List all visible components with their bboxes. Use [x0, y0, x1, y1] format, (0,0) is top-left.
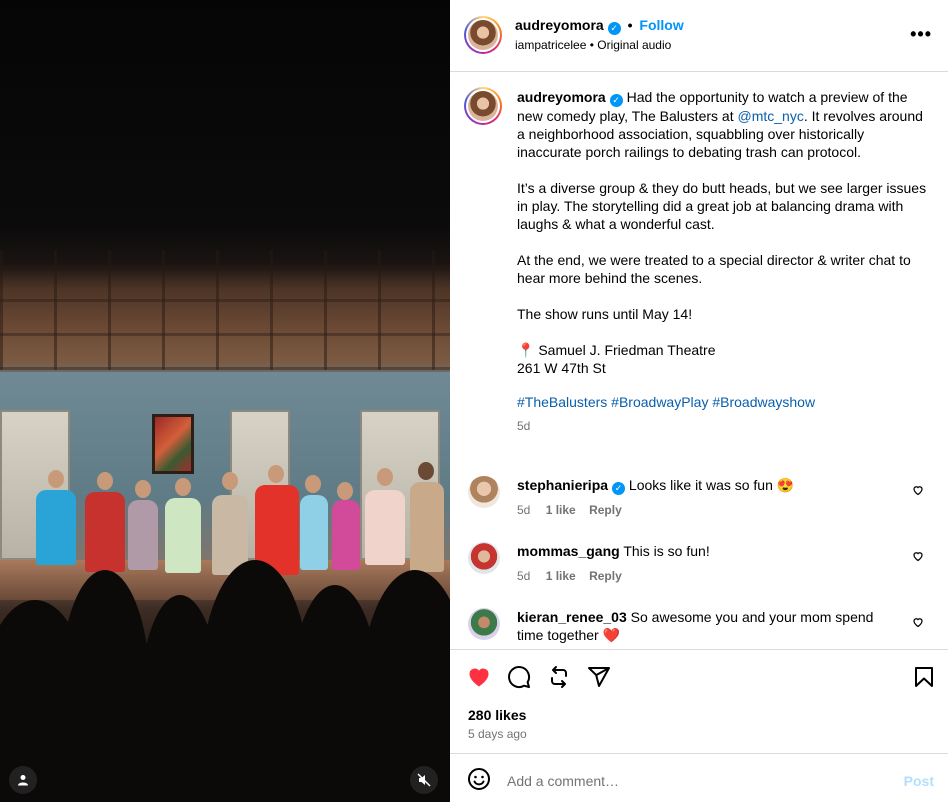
verified-icon: ✓	[612, 481, 626, 495]
post-details-panel: audreyomora ✓ • Follow iampatricelee • Or…	[450, 0, 948, 802]
author-username[interactable]: audreyomora	[515, 17, 604, 33]
comment-likes[interactable]: 1 like	[546, 569, 576, 583]
caption-paragraph-2: It’s a diverse group & they do butt head…	[517, 179, 927, 232]
hashtag-link[interactable]: #BroadwayPlay	[611, 394, 708, 410]
hashtag-link[interactable]: #TheBalusters	[517, 394, 607, 410]
audio-line: iampatricelee • Original audio	[515, 38, 671, 52]
comments-scroll-area[interactable]: audreyomora ✓ Had the opportunity to watc…	[450, 73, 948, 649]
hashtags: #TheBalusters #BroadwayPlay #Broadwaysho…	[517, 393, 932, 411]
save-bookmark-icon[interactable]	[912, 665, 936, 689]
reply-button[interactable]: Reply	[589, 569, 622, 583]
caption-paragraph-3: At the end, we were treated to a special…	[517, 251, 911, 286]
commenter-username[interactable]: kieran_renee_03	[517, 609, 627, 625]
comment-input[interactable]: Add a comment…	[507, 773, 619, 789]
verified-icon: ✓	[609, 93, 623, 107]
comment-likes[interactable]: 1 like	[546, 503, 576, 517]
heart-icon[interactable]	[912, 550, 924, 562]
likes-count[interactable]: 280 likes	[468, 707, 526, 723]
mention-link[interactable]: @mtc_nyc	[737, 108, 803, 124]
coffered-ceiling	[0, 250, 450, 370]
stage-painting	[152, 414, 194, 474]
post-header: audreyomora ✓ • Follow iampatricelee • Or…	[450, 0, 948, 72]
more-options-icon[interactable]: •••	[910, 24, 932, 45]
author-avatar[interactable]	[464, 16, 502, 54]
heart-icon[interactable]	[912, 484, 924, 496]
audio-separator: •	[589, 38, 594, 52]
comment-body: Looks like it was so fun 😍	[628, 477, 795, 493]
commenter-avatar[interactable]	[468, 476, 500, 508]
post-actions: 280 likes 5 days ago	[450, 649, 948, 753]
comment-text: mommas_gang This is so fun!	[517, 542, 887, 560]
commenter-username[interactable]: stephanieripa	[517, 477, 608, 493]
comment-meta: 5d 1 like Reply	[517, 569, 622, 583]
post-caption: audreyomora ✓ Had the opportunity to watc…	[517, 88, 932, 435]
post-date: 5 days ago	[468, 727, 527, 741]
mute-button[interactable]	[410, 766, 438, 794]
hashtag-link[interactable]: #Broadwayshow	[712, 394, 815, 410]
reply-button[interactable]: Reply	[589, 503, 622, 517]
location-block: 📍 Samuel J. Friedman Theatre 261 W 47th …	[517, 341, 932, 377]
verified-icon: ✓	[607, 22, 621, 35]
muted-speaker-icon	[417, 773, 431, 787]
original-audio-link[interactable]: Original audio	[597, 38, 671, 52]
caption-paragraph-4: The show runs until May 14!	[517, 305, 693, 322]
caption-time: 5d	[517, 418, 531, 433]
comment-composer: Add a comment… Post	[450, 753, 948, 802]
user-icon	[18, 775, 28, 786]
comment-time: 5d	[517, 503, 531, 517]
remix-icon[interactable]	[547, 665, 571, 689]
comment-body: This is so fun!	[623, 543, 710, 559]
emoji-icon[interactable]	[467, 767, 491, 791]
commenter-username[interactable]: mommas_gang	[517, 543, 620, 559]
like-heart-icon[interactable]	[467, 665, 491, 689]
dot-separator: •	[627, 17, 633, 33]
heart-icon[interactable]	[912, 616, 924, 628]
author-line: audreyomora ✓ • Follow	[515, 17, 684, 35]
audio-user-link[interactable]: iampatricelee	[515, 38, 586, 52]
comment-time: 5d	[517, 569, 531, 583]
post-button[interactable]: Post	[904, 773, 934, 789]
follow-button[interactable]: Follow	[639, 17, 683, 33]
audience-silhouettes	[0, 540, 450, 802]
post-media[interactable]	[0, 0, 450, 802]
share-icon[interactable]	[587, 665, 611, 689]
comment-meta: 5d 1 like Reply	[517, 503, 622, 517]
comment-text: kieran_renee_03 So awesome you and your …	[517, 608, 887, 644]
comment-text: stephanieripa ✓ Looks like it was so fun …	[517, 476, 887, 495]
comment-icon[interactable]	[507, 665, 531, 689]
caption-avatar[interactable]	[464, 87, 502, 125]
commenter-avatar[interactable]	[468, 542, 500, 574]
tagged-users-button[interactable]	[9, 766, 37, 794]
location-name: Samuel J. Friedman Theatre	[538, 341, 716, 358]
location-pin-icon: 📍	[517, 341, 535, 358]
location-address: 261 W 47th St	[517, 359, 606, 376]
commenter-avatar[interactable]	[468, 608, 500, 640]
caption-username[interactable]: audreyomora	[517, 89, 606, 105]
